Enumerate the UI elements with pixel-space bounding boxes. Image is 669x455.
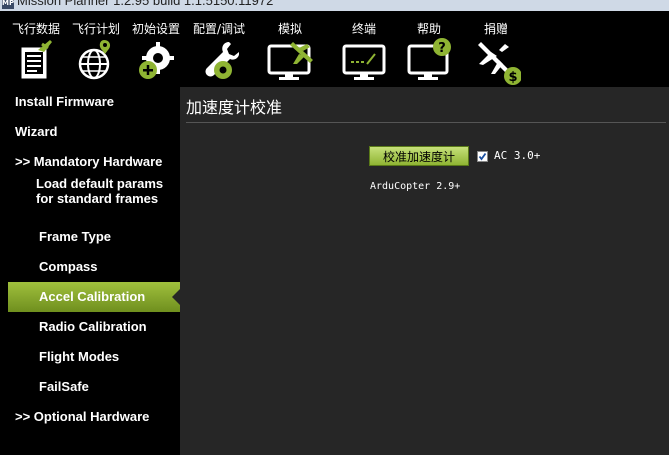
title-divider (186, 122, 666, 123)
sidebar-item-frame-type[interactable]: Frame Type (0, 222, 180, 252)
sidebar-item-optional-hardware[interactable]: >> Optional Hardware (0, 402, 180, 432)
sidebar-item-failsafe[interactable]: FailSafe (0, 372, 180, 402)
donate-icon: $ (478, 42, 521, 85)
toolbar-help-button[interactable]: 帮助 ? (400, 11, 458, 87)
terminal-icon (342, 44, 386, 80)
toolbar-label: 捐赠 (483, 22, 508, 36)
flight-data-icon (21, 40, 52, 79)
toolbar-label: 终端 (351, 22, 376, 36)
svg-text:?: ? (438, 41, 446, 56)
sidebar-item-label: Radio Calibration (39, 319, 147, 334)
window-title: Mission Planner 1.2.95 build 1.1.5150.11… (17, 0, 274, 8)
sidebar-item-label: >> Optional Hardware (15, 409, 150, 424)
toolbar-label: 飞行数据 (11, 22, 60, 36)
sidebar-item-wizard[interactable]: Wizard (0, 117, 180, 147)
toolbar-label: 初始设置 (131, 22, 180, 36)
page-title: 加速度计校准 (186, 98, 283, 117)
ac3-checkbox-label[interactable]: AC 3.0+ (494, 149, 540, 162)
sidebar-item-label: Accel Calibration (39, 289, 146, 304)
sidebar-item-label: Install Firmware (15, 94, 114, 109)
sidebar-item-label-line2: for standard frames (36, 191, 159, 206)
toolbar-label: 飞行计划 (71, 22, 120, 36)
sidebar-item-label: Frame Type (39, 229, 112, 244)
sidebar-item-mandatory-hardware[interactable]: >> Mandatory Hardware (0, 147, 180, 177)
toolbar-label: 模拟 (277, 22, 302, 36)
toolbar-flight-data-button[interactable]: 飞行数据 (8, 11, 64, 87)
sidebar-item-label: Wizard (15, 124, 58, 139)
toolbar-label: 配置/调试 (192, 22, 246, 36)
calibrate-accel-button[interactable]: 校准加速度计 (369, 146, 469, 166)
checkmark-icon (478, 152, 487, 161)
sidebar-item-label: Flight Modes (39, 349, 120, 364)
sidebar-item-label: >> Mandatory Hardware (15, 154, 163, 169)
window-titlebar: MP Mission Planner 1.2.95 build 1.1.5150… (0, 0, 669, 11)
toolbar-terminal-button[interactable]: 终端 (334, 11, 394, 87)
setup-sidebar: Install Firmware Wizard >> Mandatory Har… (0, 87, 181, 455)
toolbar-donate-button[interactable]: 捐赠 $ (466, 11, 526, 87)
flight-plan-icon (78, 40, 111, 80)
sidebar-item-flight-modes[interactable]: Flight Modes (0, 342, 180, 372)
sidebar-item-label-line1: Load default params (36, 176, 164, 191)
toolbar-simulation-button[interactable]: 模拟 (258, 11, 322, 87)
sidebar-item-install-firmware[interactable]: Install Firmware (0, 87, 180, 117)
main-toolbar: 飞行数据 飞行计划 初始设置 配置/调试 模拟 终端 帮助 ? 捐赠 $ (0, 11, 669, 87)
sidebar-item-load-default-params[interactable]: Load default params for standard frames (0, 176, 180, 207)
ac3-checkbox[interactable] (477, 151, 488, 162)
sidebar-item-label: Compass (39, 259, 98, 274)
accel-calibration-panel: 加速度计校准 校准加速度计 AC 3.0+ ArduCopter 2.9+ (180, 87, 669, 455)
toolbar-initial-setup-button[interactable]: 初始设置 (128, 11, 184, 87)
toolbar-config-tuning-button[interactable]: 配置/调试 (188, 11, 250, 87)
sidebar-item-label: FailSafe (39, 379, 89, 394)
help-icon: ? (407, 38, 451, 80)
svg-text:$: $ (508, 70, 517, 85)
sidebar-item-label: Load default params for standard frames (36, 176, 163, 206)
sidebar-item-accel-calibration[interactable]: Accel Calibration (8, 282, 180, 312)
config-tuning-icon (205, 42, 239, 79)
version-note: ArduCopter 2.9+ (370, 181, 461, 192)
toolbar-flight-plan-button[interactable]: 飞行计划 (68, 11, 124, 87)
simulation-icon (267, 42, 313, 80)
app-icon: MP (2, 0, 14, 9)
toolbar-label: 帮助 (416, 22, 441, 36)
sidebar-item-radio-calibration[interactable]: Radio Calibration (0, 312, 180, 342)
initial-setup-icon (139, 42, 174, 79)
sidebar-item-compass[interactable]: Compass (0, 252, 180, 282)
